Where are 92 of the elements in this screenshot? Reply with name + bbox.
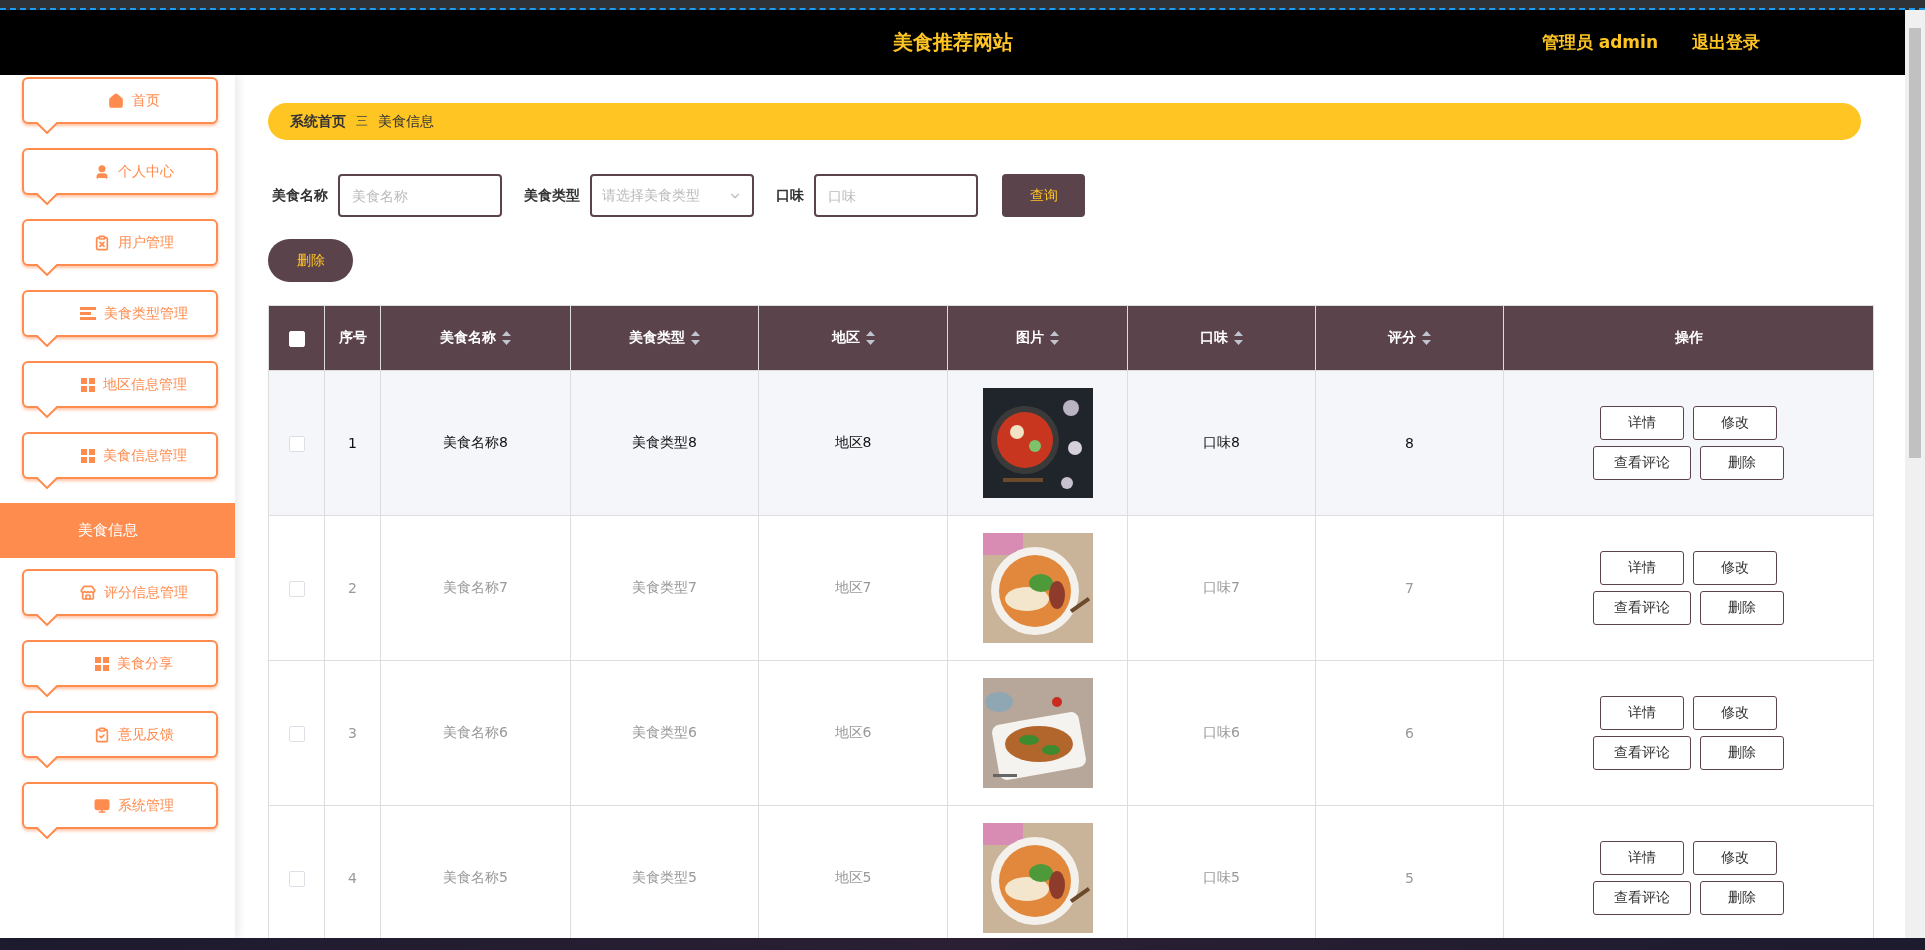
table-cell: 4 <box>348 870 357 886</box>
clipboard-check-icon <box>94 726 110 743</box>
bubble-tail <box>36 827 58 839</box>
bubble-tail <box>36 406 58 418</box>
action-button[interactable]: 修改 <box>1693 696 1777 730</box>
header-cell: 序号 <box>324 305 381 371</box>
table-cell: 美食名称6 <box>443 724 508 740</box>
action-button[interactable]: 删除 <box>1700 446 1784 480</box>
action-button[interactable]: 修改 <box>1693 841 1777 875</box>
row-checkbox[interactable] <box>288 435 305 452</box>
row-checkbox[interactable] <box>288 580 305 597</box>
table-cell: 美食类型7 <box>632 579 697 595</box>
store-icon <box>80 584 96 601</box>
action-button[interactable]: 详情 <box>1600 406 1684 440</box>
action-button[interactable]: 修改 <box>1693 551 1777 585</box>
table-cell: 地区5 <box>834 869 872 885</box>
sort-icon[interactable] <box>1234 331 1243 345</box>
breadcrumb-current: 美食信息 <box>378 112 434 131</box>
sort-icon[interactable] <box>1422 331 1431 345</box>
table-cell: 8 <box>1405 435 1414 451</box>
action-button[interactable]: 修改 <box>1693 406 1777 440</box>
table-cell: 美食类型6 <box>632 724 697 740</box>
action-button[interactable]: 查看评论 <box>1593 446 1691 480</box>
table-cell: 口味8 <box>1203 434 1240 450</box>
header-cell: 地区 <box>758 305 948 371</box>
table-cell: 地区6 <box>834 724 872 740</box>
bubble-tail <box>36 756 58 768</box>
breadcrumb-link[interactable]: 系统首页 <box>290 112 346 131</box>
action-button[interactable]: 删除 <box>1700 881 1784 915</box>
action-button[interactable]: 查看评论 <box>1593 881 1691 915</box>
sort-icon[interactable] <box>691 331 700 345</box>
row-checkbox[interactable] <box>288 725 305 742</box>
action-button[interactable]: 详情 <box>1600 841 1684 875</box>
table-cell: 口味7 <box>1203 579 1240 595</box>
header-cell: 图片 <box>947 305 1128 371</box>
table-cell: 美食类型8 <box>632 434 697 450</box>
bubble-tail <box>36 685 58 697</box>
grid-icon <box>81 377 95 392</box>
table-cell: 地区7 <box>834 579 872 595</box>
clipboard-icon <box>94 234 110 251</box>
table-cell: 地区8 <box>834 434 872 450</box>
user-icon <box>94 163 110 180</box>
table-cell: 5 <box>1405 870 1414 886</box>
table-cell: 美食类型5 <box>632 869 697 885</box>
table-cell: 7 <box>1405 580 1414 596</box>
delete-button[interactable]: 删除 <box>268 239 353 282</box>
admin-user: 管理员 admin <box>1541 31 1658 54</box>
breadcrumb-separator: 三 <box>356 113 368 130</box>
filter-label: 口味 <box>776 186 804 205</box>
table-cell: 美食名称5 <box>443 869 508 885</box>
header-cell: 评分 <box>1315 305 1504 371</box>
filter-label: 美食名称 <box>272 186 328 205</box>
action-button[interactable]: 查看评论 <box>1593 591 1691 625</box>
input-field[interactable]: 美食名称 <box>338 174 502 217</box>
home-icon <box>108 92 124 109</box>
site-title: 美食推荐网站 <box>892 29 1013 56</box>
table-cell: 口味6 <box>1203 724 1240 740</box>
table-cell: 美食名称8 <box>443 434 508 450</box>
bubble-tail <box>36 122 58 134</box>
bubble-tail <box>36 614 58 626</box>
monitor-icon <box>94 797 110 814</box>
search-button[interactable]: 查询 <box>1002 174 1085 217</box>
bubble-tail <box>36 477 58 489</box>
table-cell: 美食名称7 <box>443 579 508 595</box>
list-icon <box>80 307 96 320</box>
action-button[interactable]: 删除 <box>1700 591 1784 625</box>
select-all-checkbox[interactable] <box>288 330 305 347</box>
header-cell: 美食类型 <box>570 305 759 371</box>
logout-link[interactable]: 退出登录 <box>1692 31 1760 54</box>
sort-icon[interactable] <box>865 331 875 345</box>
bubble-tail <box>36 193 58 205</box>
scrollbar[interactable] <box>1905 10 1925 938</box>
grid-icon <box>81 448 95 463</box>
sort-icon[interactable] <box>1050 331 1059 345</box>
action-button[interactable]: 查看评论 <box>1593 736 1691 770</box>
header-cell: 口味 <box>1127 305 1316 371</box>
filter-label: 美食类型 <box>524 186 580 205</box>
bubble-tail <box>36 264 58 276</box>
header-cell: 美食名称 <box>380 305 571 371</box>
table-cell: 2 <box>348 580 357 596</box>
sort-icon[interactable] <box>502 331 511 345</box>
action-button[interactable]: 详情 <box>1600 696 1684 730</box>
grid-icon <box>95 656 109 671</box>
row-checkbox[interactable] <box>288 870 305 887</box>
action-button[interactable]: 详情 <box>1600 551 1684 585</box>
table-cell: 3 <box>348 725 357 741</box>
action-button[interactable]: 删除 <box>1700 736 1784 770</box>
table-cell: 口味5 <box>1203 869 1240 885</box>
table-cell: 6 <box>1405 725 1414 741</box>
header-cell: 操作 <box>1503 305 1874 371</box>
table-cell: 1 <box>348 435 357 451</box>
bubble-tail <box>36 335 58 347</box>
